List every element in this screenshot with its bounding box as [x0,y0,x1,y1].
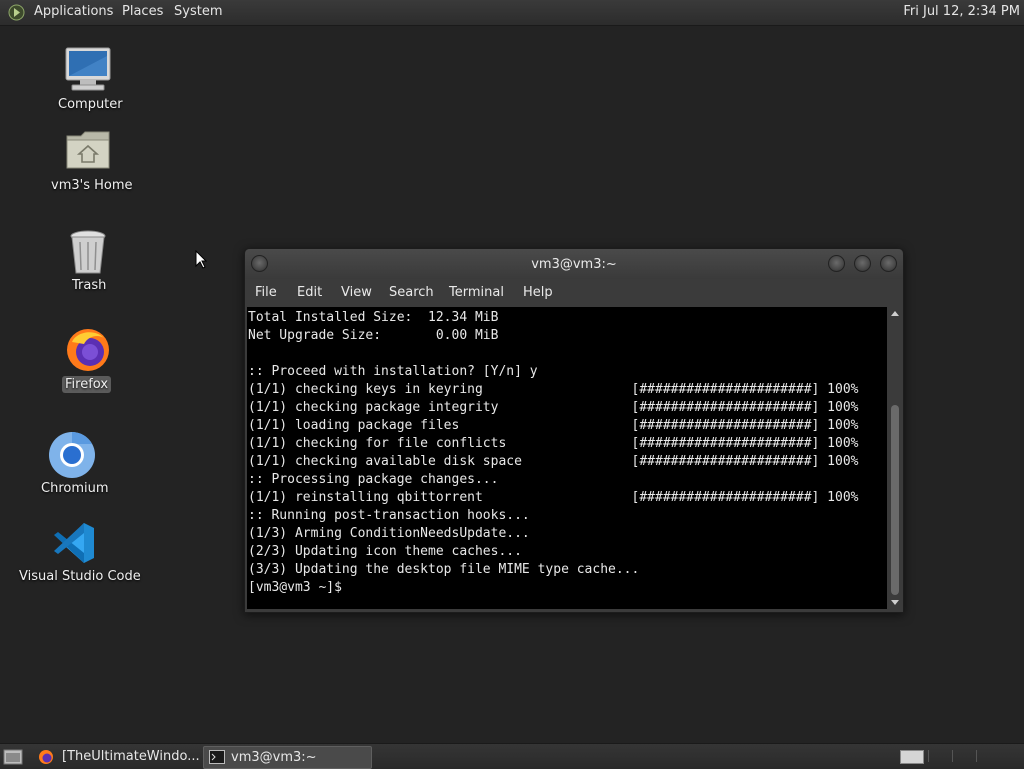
terminal-scrollbar[interactable] [889,307,901,609]
terminal-line: (3/3) Updating the desktop file MIME typ… [248,562,640,577]
terminal-lines: Total Installed Size: 12.34 MiB Net Upgr… [248,309,858,597]
desktop-icon-trash[interactable]: Trash [40,226,136,298]
desktop-icon-label: vm3's Home [51,178,133,193]
trash-icon [70,230,106,274]
desktop-icon-label: Chromium [41,481,109,496]
workspace-switcher[interactable] [900,750,924,764]
menu-terminal[interactable]: Terminal [449,285,504,300]
terminal-line: (1/1) loading package files [###########… [248,418,859,433]
home-folder-icon [66,131,110,169]
desktop-icon-firefox[interactable]: Firefox [40,324,136,398]
top-panel: Applications Places System Fri Jul 12, 2… [0,0,1024,26]
terminal-line: (1/3) Arming ConditionNeedsUpdate... [248,526,530,541]
chromium-icon [49,432,95,478]
places-menu[interactable]: Places [122,4,163,19]
desktop-icon-vscode[interactable]: Visual Studio Code [14,518,141,590]
show-desktop-icon[interactable] [3,749,23,765]
bottom-panel: [TheUltimateWindo... vm3@vm3:~ [0,743,1024,769]
terminal-line: (1/1) checking for file conflicts [#####… [248,436,859,451]
terminal-window[interactable]: vm3@vm3:~ File Edit View Search Terminal… [244,248,904,613]
window-title: vm3@vm3:~ [531,257,617,272]
gnome-foot-icon[interactable] [8,4,25,21]
computer-icon [65,47,111,91]
system-menu[interactable]: System [174,4,222,19]
scroll-down-arrow-icon[interactable] [891,600,899,605]
vscode-icon [54,523,94,563]
terminal-line: :: Proceed with installation? [Y/n] y [248,364,538,379]
taskbar-item-title: vm3@vm3:~ [231,750,317,765]
taskbar-item-firefox[interactable]: [TheUltimateWindo... [32,746,200,767]
terminal-line: Net Upgrade Size: 0.00 MiB [248,328,499,343]
workspace-4[interactable] [976,750,997,762]
menu-edit[interactable]: Edit [297,285,322,300]
window-titlebar[interactable]: vm3@vm3:~ [245,249,903,279]
desktop-icon-computer[interactable]: Computer [40,44,136,116]
menu-view[interactable]: View [341,285,372,300]
desktop-icon-home[interactable]: vm3's Home [40,126,136,198]
clock[interactable]: Fri Jul 12, 2:34 PM [903,4,1020,19]
terminal-line: (1/1) checking available disk space [###… [248,454,859,469]
workspace-2[interactable] [928,750,949,762]
desktop-icon-label: Firefox [62,376,112,393]
desktop-icon-label: Trash [72,278,107,293]
terminal-icon [209,750,225,764]
maximize-button[interactable] [854,255,871,272]
scroll-up-arrow-icon[interactable] [891,311,899,316]
terminal-line: :: Running post-transaction hooks... [248,508,530,523]
terminal-prompt: [vm3@vm3 ~]$ [248,580,342,595]
minimize-button[interactable] [828,255,845,272]
mouse-cursor-icon [195,250,207,269]
taskbar-item-terminal[interactable]: vm3@vm3:~ [203,746,372,769]
menu-file[interactable]: File [255,285,277,300]
taskbar-item-title: [TheUltimateWindo... [62,749,200,764]
applications-menu[interactable]: Applications [34,4,113,19]
close-button[interactable] [880,255,897,272]
terminal-line: (1/1) checking package integrity [######… [248,400,859,415]
menu-help[interactable]: Help [523,285,553,300]
terminal-line: :: Processing package changes... [248,472,499,487]
terminal-line: (1/1) reinstalling qbittorrent [########… [248,490,859,505]
menu-search[interactable]: Search [389,285,434,300]
workspace-3[interactable] [952,750,973,762]
terminal-line: Total Installed Size: 12.34 MiB [248,310,499,325]
terminal-line: (1/1) checking keys in keyring [########… [248,382,859,397]
firefox-icon [39,750,53,764]
terminal-output[interactable]: Total Installed Size: 12.34 MiB Net Upgr… [247,307,887,609]
scrollbar-thumb[interactable] [891,405,899,595]
terminal-menubar: File Edit View Search Terminal Help [245,279,903,307]
terminal-line: (2/3) Updating icon theme caches... [248,544,522,559]
firefox-icon [67,329,109,371]
desktop-icon-label: Computer [58,97,123,112]
desktop-icon-label: Visual Studio Code [19,569,141,584]
desktop-icon-chromium[interactable]: Chromium [24,428,120,500]
